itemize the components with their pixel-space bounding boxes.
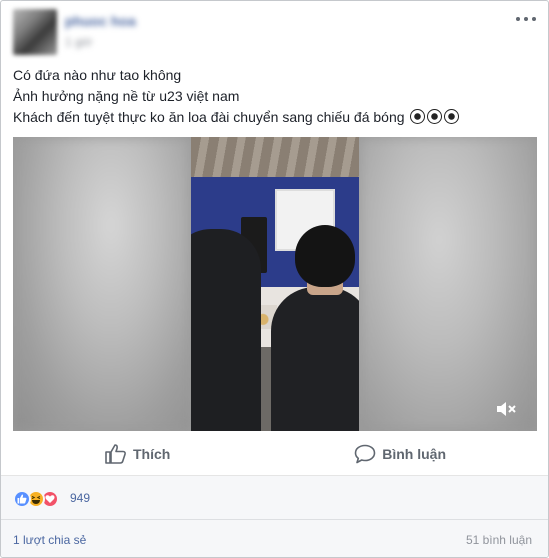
video-blur-right <box>359 137 537 431</box>
more-dots-icon[interactable] <box>516 13 536 25</box>
post-actions: Thích Bình luận <box>13 433 538 475</box>
post-header: phuoc hoa 1 giờ <box>13 9 538 55</box>
reactions-bar: 949 <box>1 475 548 519</box>
volume-muted-icon[interactable] <box>496 401 516 417</box>
soccer-ball-icon <box>444 109 460 124</box>
comment-label: Bình luận <box>382 446 447 462</box>
post-text-line: Ảnh hưởng nặng nề từ u23 việt nam <box>13 88 240 104</box>
reaction-count[interactable]: 949 <box>70 491 90 505</box>
soccer-ball-icon <box>410 109 426 124</box>
thumbs-up-icon <box>105 444 127 464</box>
post-text: Có đứa nào như tao không Ảnh hưởng nặng … <box>13 65 538 128</box>
reaction-icons[interactable] <box>13 490 67 508</box>
person <box>271 287 359 431</box>
video-frame <box>191 137 359 431</box>
like-icon <box>13 490 31 508</box>
author-name[interactable]: phuoc hoa <box>65 13 136 29</box>
post-footer: 1 lượt chia sẻ 51 bình luận <box>1 519 548 557</box>
video-blur-left <box>13 137 191 431</box>
post-text-line: Có đứa nào như tao không <box>13 67 182 83</box>
person <box>191 229 261 431</box>
like-button[interactable]: Thích <box>105 438 170 470</box>
post-card: phuoc hoa 1 giờ Có đứa nào như tao không… <box>0 0 549 558</box>
comment-bubble-icon <box>354 444 376 464</box>
comment-count-link[interactable]: 51 bình luận <box>466 533 532 547</box>
soccer-ball-icon <box>427 109 443 124</box>
video-player[interactable] <box>13 137 537 431</box>
comment-button[interactable]: Bình luận <box>354 438 446 470</box>
like-label: Thích <box>132 446 171 462</box>
share-count-link[interactable]: 1 lượt chia sẻ <box>13 533 86 547</box>
avatar[interactable] <box>13 9 57 55</box>
post-text-line: Khách đến tuyệt thực ko ăn loa đài chuyể… <box>13 107 538 128</box>
post-text-line-content: Khách đến tuyệt thực ko ăn loa đài chuyể… <box>13 109 405 125</box>
post-timestamp[interactable]: 1 giờ <box>65 35 92 49</box>
